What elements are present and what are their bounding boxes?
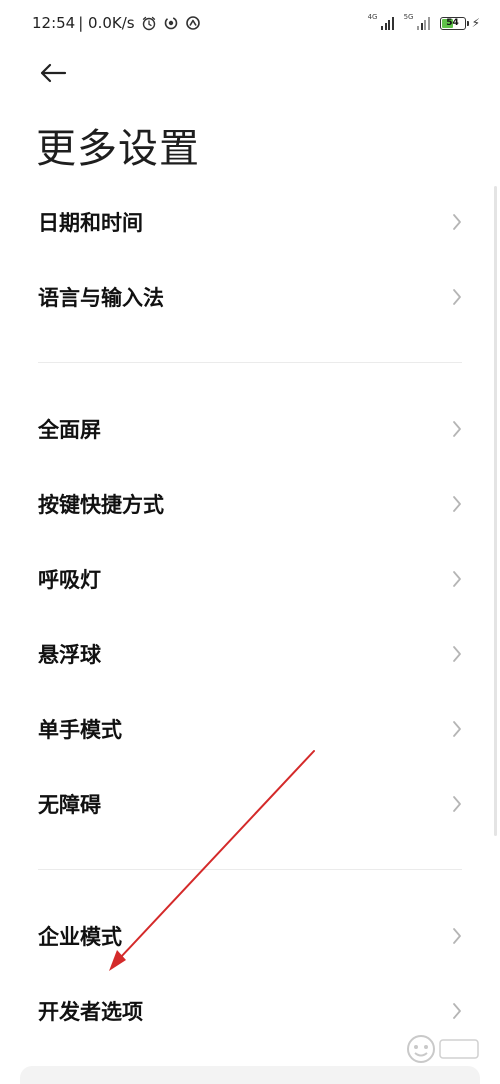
settings-item-fullscreen[interactable]: 全面屏 bbox=[0, 393, 500, 465]
notification-swirl-icon bbox=[163, 15, 179, 31]
sim1-signal-icon: 4G bbox=[368, 14, 396, 32]
settings-item-label: 按键快捷方式 bbox=[38, 493, 164, 517]
settings-item-label: 无障碍 bbox=[38, 793, 101, 817]
settings-item-label: 全面屏 bbox=[38, 418, 101, 442]
group-divider bbox=[38, 362, 462, 363]
status-left: 12:54 | 0.0K/s bbox=[32, 12, 201, 34]
back-button[interactable] bbox=[36, 58, 70, 88]
settings-item-notification-light[interactable]: 呼吸灯 bbox=[0, 543, 500, 615]
status-bar: 12:54 | 0.0K/s 4G 5G 54 ⚡ bbox=[0, 0, 500, 46]
settings-item-label: 日期和时间 bbox=[38, 211, 143, 235]
watermark-logo bbox=[407, 1035, 479, 1063]
chevron-right-icon bbox=[453, 1003, 461, 1019]
settings-item-label: 呼吸灯 bbox=[38, 568, 101, 592]
settings-item-language-input[interactable]: 语言与输入法 bbox=[0, 261, 500, 333]
charging-bolt-icon: ⚡ bbox=[471, 16, 480, 30]
battery-icon: 54 bbox=[439, 16, 469, 30]
settings-item-label: 单手模式 bbox=[38, 718, 122, 742]
settings-item-label: 企业模式 bbox=[38, 925, 122, 949]
chevron-right-icon bbox=[453, 421, 461, 437]
settings-item-accessibility[interactable]: 无障碍 bbox=[0, 768, 500, 840]
settings-item-enterprise-mode[interactable]: 企业模式 bbox=[0, 900, 500, 972]
chevron-right-icon bbox=[453, 571, 461, 587]
back-arrow-icon bbox=[40, 63, 67, 83]
sim1-network-type: 4G bbox=[367, 13, 378, 21]
chevron-right-icon bbox=[453, 721, 461, 737]
settings-item-date-time[interactable]: 日期和时间 bbox=[0, 186, 500, 258]
settings-item-label: 开发者选项 bbox=[38, 1000, 143, 1024]
chevron-right-icon bbox=[453, 928, 461, 944]
network-speed: | 0.0K/s bbox=[78, 14, 135, 32]
status-right: 4G 5G 54 ⚡ bbox=[360, 13, 480, 33]
chevron-right-icon bbox=[453, 796, 461, 812]
chevron-right-icon bbox=[453, 496, 461, 512]
speed-ring-icon bbox=[185, 15, 201, 31]
chevron-right-icon bbox=[453, 289, 461, 305]
bottom-card bbox=[20, 1066, 480, 1084]
battery-level: 54 bbox=[446, 17, 459, 28]
alarm-icon bbox=[141, 15, 157, 31]
sim2-signal-icon: 5G bbox=[404, 14, 432, 32]
settings-item-one-handed-mode[interactable]: 单手模式 bbox=[0, 693, 500, 765]
settings-item-button-shortcuts[interactable]: 按键快捷方式 bbox=[0, 468, 500, 540]
group-divider bbox=[38, 869, 462, 870]
settings-item-label: 悬浮球 bbox=[38, 643, 101, 667]
settings-item-label: 语言与输入法 bbox=[38, 286, 164, 310]
settings-item-floating-ball[interactable]: 悬浮球 bbox=[0, 618, 500, 690]
page-title: 更多设置 bbox=[36, 126, 200, 172]
sim2-network-type: 5G bbox=[403, 13, 414, 21]
chevron-right-icon bbox=[453, 214, 461, 230]
scrollbar[interactable] bbox=[494, 186, 497, 836]
status-time: 12:54 bbox=[32, 14, 76, 32]
chevron-right-icon bbox=[453, 646, 461, 662]
